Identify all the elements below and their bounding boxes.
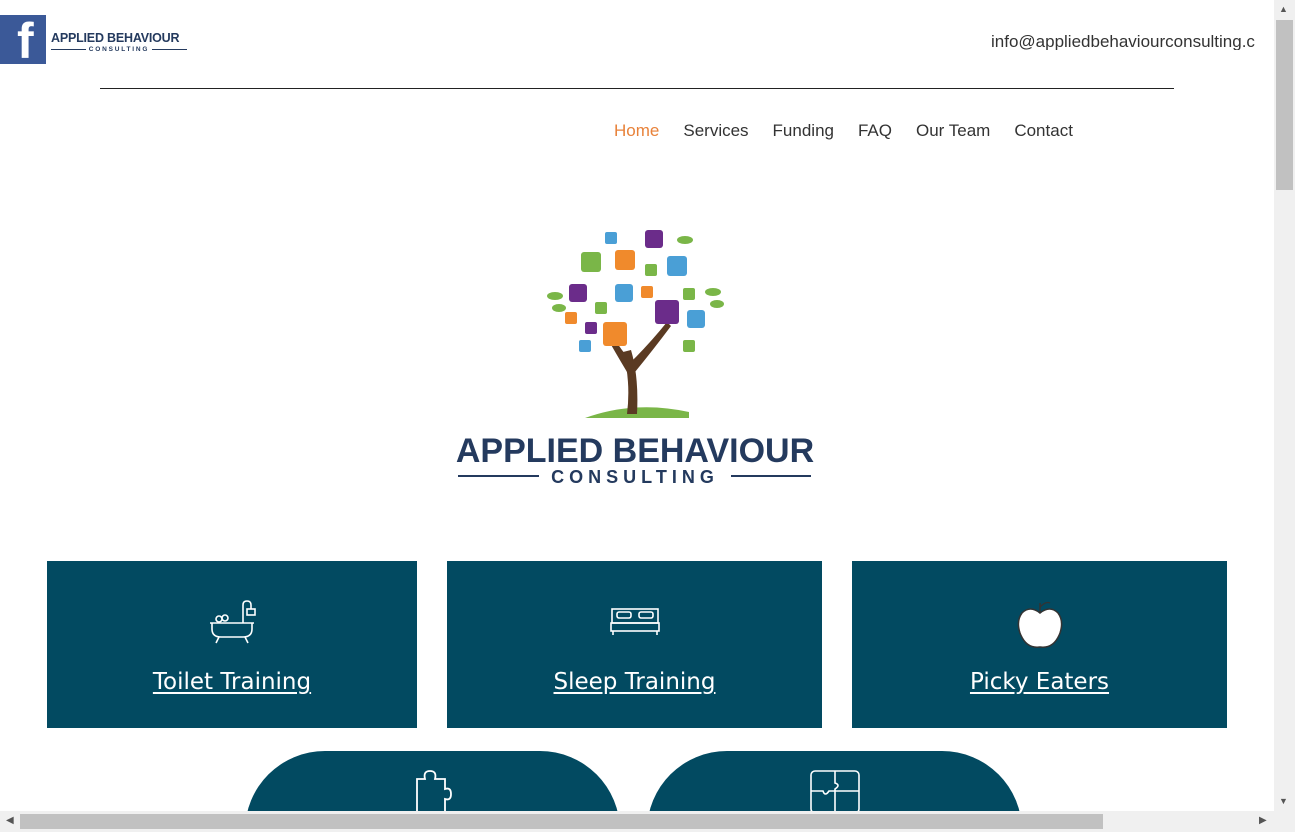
card-toilet-training[interactable]: Toilet Training bbox=[47, 561, 417, 728]
vertical-scroll-thumb[interactable] bbox=[1276, 20, 1293, 190]
card-sleep-training[interactable]: Sleep Training bbox=[447, 561, 822, 728]
header-logo-subtitle: CONSULTING bbox=[88, 45, 150, 53]
nav-home[interactable]: Home bbox=[614, 122, 659, 139]
nav-funding[interactable]: Funding bbox=[773, 122, 834, 139]
header-divider bbox=[100, 88, 1174, 89]
bed-icon bbox=[609, 599, 661, 644]
facebook-icon[interactable]: f bbox=[0, 15, 46, 66]
card-picky-eaters[interactable]: Picky Eaters bbox=[852, 561, 1227, 728]
card-label[interactable]: Sleep Training bbox=[447, 671, 822, 694]
header-logo[interactable]: APPLIED BEHAVIOUR CONSULTING bbox=[51, 32, 187, 53]
horizontal-scrollbar[interactable]: ◀ ▶ bbox=[0, 811, 1274, 832]
nav-contact[interactable]: Contact bbox=[1014, 122, 1073, 139]
apple-icon bbox=[1016, 599, 1064, 656]
vertical-scrollbar[interactable]: ▲ ▼ bbox=[1274, 0, 1295, 832]
hero-logo: APPLIED BEHAVIOUR CONSULTING bbox=[455, 222, 815, 492]
bathtub-icon bbox=[207, 599, 257, 650]
horizontal-scroll-thumb[interactable] bbox=[20, 814, 1103, 829]
card-label[interactable]: Toilet Training bbox=[47, 671, 417, 694]
hero-brand-title: APPLIED BEHAVIOUR bbox=[456, 432, 814, 470]
nav-faq[interactable]: FAQ bbox=[858, 122, 892, 139]
tree-logo-icon: APPLIED BEHAVIOUR CONSULTING bbox=[456, 230, 814, 487]
card-label[interactable]: Picky Eaters bbox=[852, 671, 1227, 694]
email-link[interactable]: info@appliedbehaviourconsulting.c bbox=[991, 33, 1274, 50]
header-logo-title: APPLIED BEHAVIOUR bbox=[51, 31, 180, 45]
hero-brand-subtitle: CONSULTING bbox=[551, 467, 719, 487]
main-nav: Home Services Funding FAQ Our Team Conta… bbox=[614, 122, 1073, 139]
nav-our-team[interactable]: Our Team bbox=[916, 122, 990, 139]
nav-services[interactable]: Services bbox=[683, 122, 748, 139]
